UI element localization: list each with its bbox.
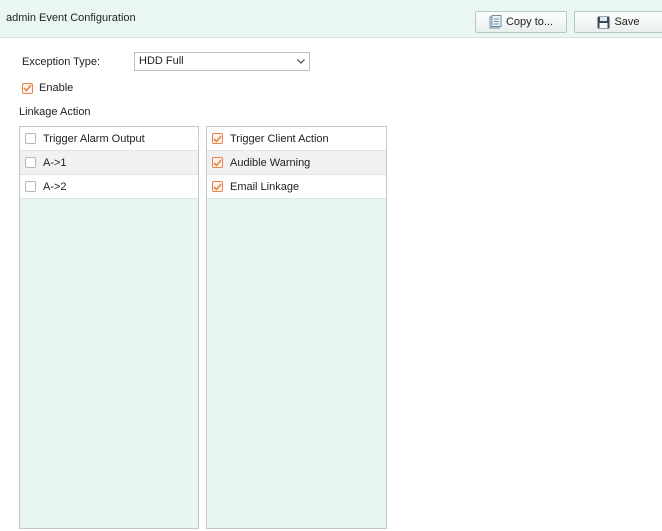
exception-type-select[interactable]: HDD Full [134,52,310,71]
page-title: admin Event Configuration [6,12,136,24]
list-item[interactable]: Email Linkage [207,175,386,199]
list-item-label: A->2 [43,180,67,193]
list-item-label: Trigger Alarm Output [43,132,145,145]
list-item[interactable]: A->1 [20,151,198,175]
list-item-label: Audible Warning [230,156,311,169]
exception-type-label: Exception Type: [22,56,101,68]
copy-to-button[interactable]: Copy to... [475,11,567,33]
client-action-list: Trigger Client Action Audible Warning Em… [206,126,387,529]
list-item[interactable]: Audible Warning [207,151,386,175]
copy-to-label: Copy to... [505,16,554,28]
column-divider [386,133,387,145]
email-linkage-checkbox[interactable] [212,181,223,192]
exception-type-value: HDD Full [139,55,184,67]
list-item-label: Trigger Client Action [230,132,329,145]
column-divider [198,133,199,145]
alarm-output-a1-checkbox[interactable] [25,157,36,168]
alarm-output-list: Trigger Alarm Output A->1 A->2 [19,126,199,529]
enable-row[interactable]: Enable [22,82,73,94]
save-label: Save [614,16,640,28]
trigger-alarm-output-checkbox[interactable] [25,133,36,144]
toolbar: admin Event Configuration Copy to... Sav… [0,0,662,38]
copy-icon [489,15,502,29]
save-icon [597,16,610,29]
enable-label: Enable [39,82,74,94]
linkage-action-label: Linkage Action [19,106,91,118]
enable-checkbox[interactable] [22,82,33,94]
alarm-output-a2-checkbox[interactable] [25,181,36,192]
trigger-client-action-checkbox[interactable] [212,133,223,144]
chevron-down-icon[interactable] [293,53,309,70]
list-item-label: Email Linkage [230,180,300,193]
list-item[interactable]: Trigger Alarm Output [20,127,199,151]
audible-warning-checkbox[interactable] [212,157,223,168]
list-item[interactable]: A->2 [20,175,198,199]
list-item-label: A->1 [43,156,67,169]
list-item[interactable]: Trigger Client Action [207,127,387,151]
save-button[interactable]: Save [574,11,662,33]
